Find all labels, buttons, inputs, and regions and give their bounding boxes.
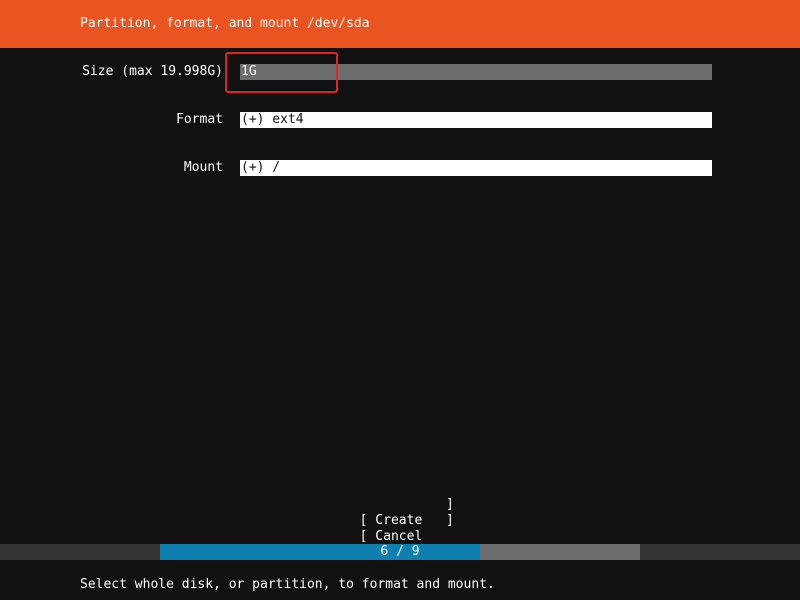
- progress-text: 6 / 9: [380, 544, 420, 559]
- mount-label: Mount: [183, 160, 223, 175]
- cancel-button-label: [ Cancel: [359, 529, 423, 544]
- progress-bar: 6 / 9: [160, 544, 640, 560]
- create-button-bracket: ]: [446, 497, 454, 512]
- format-label: Format: [176, 112, 223, 127]
- format-selector[interactable]: (+) ext4: [240, 112, 712, 128]
- size-input[interactable]: 1G: [240, 64, 712, 80]
- footer-hint: Select whole disk, or partition, to form…: [80, 577, 495, 592]
- progress-band: 6 / 9: [0, 544, 800, 560]
- mount-selector[interactable]: (+) /: [240, 160, 712, 176]
- cancel-button-bracket: ]: [446, 513, 454, 528]
- size-label: Size (max 19.998G): [82, 64, 223, 79]
- header-bar: Partition, format, and mount /dev/sda: [0, 0, 800, 48]
- page-title: Partition, format, and mount /dev/sda: [80, 16, 370, 31]
